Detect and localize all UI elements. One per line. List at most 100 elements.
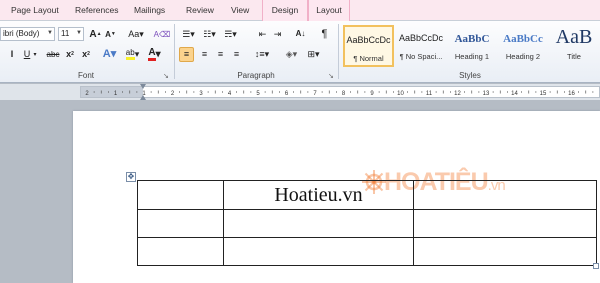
multilevel-list-icon[interactable]: ☴▾ — [222, 27, 239, 41]
table-cell[interactable] — [413, 180, 597, 210]
style-no-spacing[interactable]: AaBbCcDc ¶ No Spaci... — [396, 25, 446, 67]
ruler-number: 6 — [285, 91, 289, 97]
dialog-launcher-icon[interactable]: ↘ — [163, 72, 169, 80]
numbering-icon[interactable]: ☷▾ — [201, 27, 218, 41]
increase-indent-icon[interactable]: ⇥ — [271, 27, 284, 41]
hanging-indent-marker[interactable] — [140, 95, 146, 100]
grow-font-icon[interactable]: A ▲ — [89, 28, 102, 41]
chevron-down-icon: ▼ — [76, 30, 82, 36]
align-left-icon[interactable]: ≡ — [179, 47, 194, 62]
ruler-number: 13 — [483, 91, 490, 97]
font-name-combo[interactable]: ibri (Body) ▼ — [0, 27, 55, 41]
ruler-number: 9 — [370, 91, 374, 97]
strikethrough-icon[interactable]: abc — [46, 48, 60, 61]
table-cell[interactable]: Hoatieu.vn — [223, 180, 414, 210]
superscript-icon[interactable]: x2 — [80, 48, 92, 61]
ruler-number: 7 — [313, 91, 317, 97]
first-line-indent-marker[interactable] — [140, 84, 146, 90]
styles-group-label: Styles — [459, 71, 481, 80]
style-title[interactable]: AaB Title — [550, 25, 598, 67]
chevron-down-icon: ▼ — [47, 30, 53, 36]
style-preview: AaBbC — [454, 33, 490, 45]
ruler-number: 5 — [256, 91, 260, 97]
ruler-ticks: 2 1 1 2 3 4 5 6 7 8 9 10 11 12 13 14 15 16 — [85, 90, 594, 97]
ruler-number: 10 — [397, 91, 404, 97]
ruler-number: 8 — [342, 91, 346, 97]
table-cell[interactable] — [223, 209, 414, 238]
table-row — [137, 209, 597, 238]
dialog-launcher-icon[interactable]: ↘ — [328, 72, 334, 80]
tab-table-design[interactable]: Design — [262, 0, 308, 21]
style-preview: AaBbCcDc — [398, 33, 443, 43]
tab-view[interactable]: View — [231, 5, 249, 15]
table-cell[interactable] — [137, 180, 224, 210]
table-row: Hoatieu.vn — [137, 180, 597, 210]
ruler-number: 16 — [568, 91, 575, 97]
ruler-number: 11 — [426, 91, 433, 97]
document-table: Hoatieu.vn — [137, 180, 597, 266]
ruler-number: 4 — [228, 91, 232, 97]
clear-formatting-icon[interactable]: A⌫ — [154, 28, 171, 41]
table-cell[interactable] — [413, 237, 597, 266]
ruler-number: 2 — [171, 91, 175, 97]
tab-review[interactable]: Review — [186, 5, 214, 15]
font-group-label: Font — [77, 71, 94, 80]
bold-icon[interactable]: I — [7, 48, 17, 61]
text-effects-icon[interactable]: A▾ — [101, 48, 118, 61]
table-cell[interactable] — [137, 237, 224, 266]
table-cell[interactable] — [413, 209, 597, 238]
style-preview: AaBbCcDc — [346, 35, 391, 45]
horizontal-ruler: 2 1 1 2 3 4 5 6 7 8 9 10 11 12 13 14 15 16 — [0, 84, 600, 100]
ruler-number: 15 — [540, 91, 547, 97]
align-right-icon[interactable]: ≡ — [214, 47, 227, 62]
font-color-icon[interactable]: A ▾ — [146, 48, 163, 61]
ribbon: ibri (Body) ▼ 11 ▼ A ▲ A ▼ Aa▾ A⌫ I U ▾ ab… — [0, 21, 600, 83]
tab-page-layout[interactable]: Page Layout — [11, 5, 59, 15]
highlight-icon[interactable]: ab ▾ — [124, 48, 141, 61]
ribbon-tab-bar: Page Layout References Mailings Review V… — [0, 0, 600, 21]
align-center-icon[interactable]: ≡ — [198, 47, 211, 62]
style-name: Heading 2 — [505, 52, 541, 61]
style-preview: AaB — [555, 26, 593, 48]
table-cell[interactable] — [137, 209, 224, 238]
show-formatting-icon[interactable]: ¶ — [318, 27, 331, 41]
line-spacing-icon[interactable]: ↕≡▾ — [253, 47, 271, 62]
style-name: ¶ No Spaci... — [399, 52, 443, 61]
group-separator — [174, 24, 175, 79]
sort-icon[interactable]: A↓ — [294, 27, 307, 41]
paragraph-group-label: Paragraph — [237, 71, 275, 80]
group-separator — [338, 24, 339, 79]
table-resize-handle[interactable] — [593, 263, 599, 269]
tab-table-layout[interactable]: Layout — [308, 0, 350, 21]
style-heading-2[interactable]: AaBbCc Heading 2 — [498, 25, 548, 67]
style-name: Title — [567, 52, 581, 61]
style-name: ¶ Normal — [353, 54, 384, 63]
ruler-number: 14 — [511, 91, 518, 97]
style-heading-1[interactable]: AaBbC Heading 1 — [448, 25, 496, 67]
bullets-icon[interactable]: ☰▾ — [180, 27, 197, 41]
ruler-number: 2 — [85, 91, 89, 97]
font-size-value: 11 — [61, 29, 70, 38]
chevron-down-icon[interactable]: ▾ — [31, 48, 39, 61]
ruler-number: 3 — [199, 91, 203, 97]
borders-icon[interactable]: ⊞▾ — [305, 47, 322, 62]
change-case-icon[interactable]: Aa▾ — [127, 28, 145, 41]
tab-mailings[interactable]: Mailings — [134, 5, 165, 15]
font-name-value: ibri (Body) — [3, 29, 40, 38]
ruler-number: 1 — [114, 91, 118, 97]
shrink-font-icon[interactable]: A ▼ — [104, 28, 117, 41]
decrease-indent-icon[interactable]: ⇤ — [256, 27, 269, 41]
tab-references[interactable]: References — [75, 5, 118, 15]
style-normal[interactable]: AaBbCcDc ¶ Normal — [343, 25, 394, 67]
ruler-number: 12 — [454, 91, 461, 97]
style-name: Heading 1 — [454, 52, 490, 61]
justify-icon[interactable]: ≡ — [230, 47, 243, 62]
style-preview: AaBbCc — [503, 33, 543, 45]
font-size-combo[interactable]: 11 ▼ — [58, 27, 84, 41]
subscript-icon[interactable]: x2 — [64, 48, 76, 61]
table-move-handle-icon[interactable]: ✥ — [126, 172, 136, 182]
table-row — [137, 237, 597, 266]
ruler-strip[interactable]: 2 1 1 2 3 4 5 6 7 8 9 10 11 12 13 14 15 16 — [80, 86, 600, 98]
shading-icon[interactable]: ◈▾ — [283, 47, 300, 62]
table-cell[interactable] — [223, 237, 414, 266]
